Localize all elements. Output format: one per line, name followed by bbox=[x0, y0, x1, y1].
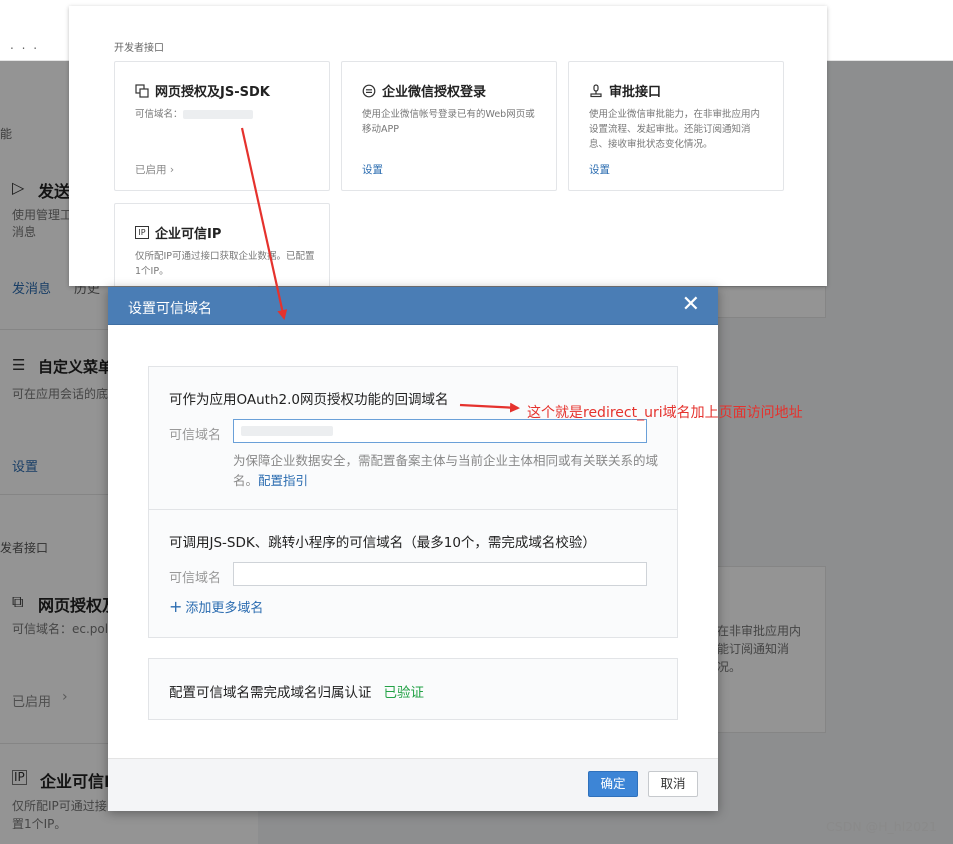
annotation-arrows bbox=[240, 127, 520, 413]
watermark: CSDN @H_hl2021 bbox=[826, 819, 937, 834]
annotation-arrow-right bbox=[459, 402, 520, 413]
annotation-arrow-down bbox=[240, 127, 288, 320]
annotation-text: 这个就是redirect_uri域名加上页面访问地址 bbox=[527, 405, 803, 421]
